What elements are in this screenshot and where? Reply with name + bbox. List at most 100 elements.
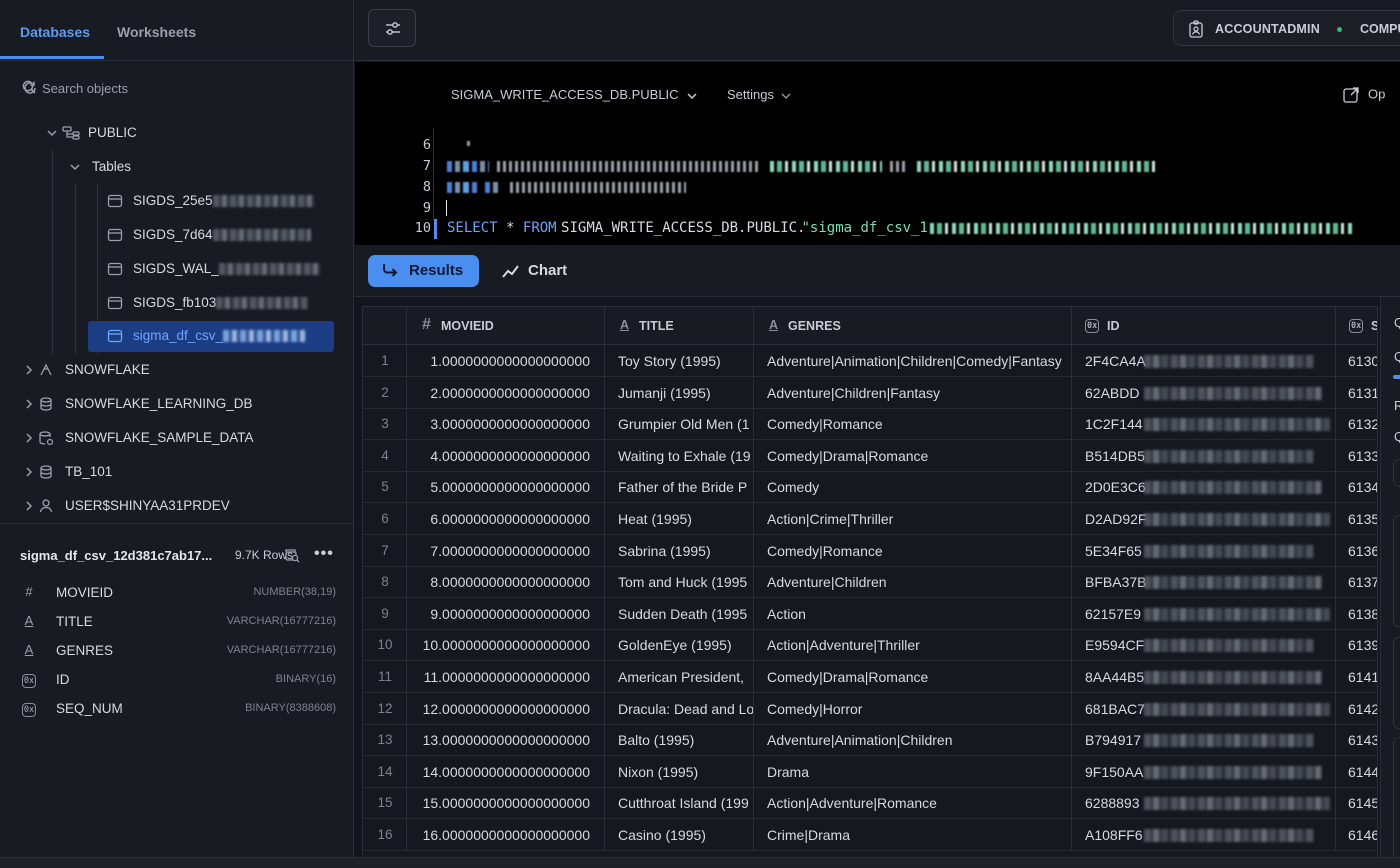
table-row[interactable]: 16 16.0000000000000000000 Casino (1995) Cri…: [363, 819, 1377, 851]
table-cell-genres[interactable]: Comedy|Drama|Romance: [754, 439, 1072, 472]
preview-icon[interactable]: [284, 547, 300, 563]
table-cell-seq[interactable]: 6138: [1336, 598, 1377, 630]
sql-editor[interactable]: SIGMA_WRITE_ACCESS_DB.PUBLIC Settings Op…: [355, 62, 1400, 245]
row-number-cell[interactable]: 2: [363, 376, 407, 409]
table-cell-seq[interactable]: 6144: [1336, 756, 1377, 788]
table-row[interactable]: 5 5.0000000000000000000 Father of the Brid…: [363, 471, 1377, 504]
results-grid[interactable]: #MOVIEIDATITLEAGENRES0xID0xS11.000000000…: [362, 306, 1378, 868]
column-item[interactable]: 0x SEQ_NUM BINARY(8388608): [20, 698, 336, 720]
table-cell-movieid[interactable]: 6.0000000000000000000: [407, 503, 605, 535]
row-number-cell[interactable]: 1: [363, 345, 407, 377]
table-cell-seq[interactable]: 6143: [1336, 724, 1377, 757]
table-cell-genres[interactable]: Comedy|Romance: [754, 534, 1072, 567]
tree-item-database-tb-101[interactable]: TB_101: [0, 457, 353, 487]
table-cell-title[interactable]: Toy Story (1995): [605, 345, 754, 377]
table-row[interactable]: 9 9.0000000000000000000 Sudden Death (1995…: [363, 597, 1377, 630]
table-cell-genres[interactable]: Adventure|Children|Fantasy: [754, 376, 1072, 409]
tree-item-database-snowflake-learning-db[interactable]: SNOWFLAKE_LEARNING_DB: [0, 389, 353, 419]
table-cell-title[interactable]: Casino (1995): [605, 819, 754, 851]
tree-item-table[interactable]: SIGDS_fb103: [0, 288, 353, 318]
table-row[interactable]: 11 11.0000000000000000000 American Preside…: [363, 661, 1377, 693]
table-cell-genres[interactable]: Adventure|Children: [754, 566, 1072, 599]
table-cell-id[interactable]: E9594CF: [1072, 629, 1336, 662]
tab-worksheets[interactable]: Worksheets: [117, 24, 196, 40]
table-cell-id[interactable]: B514DB5: [1072, 439, 1336, 472]
open-in-new-link[interactable]: Op: [1342, 86, 1385, 104]
row-number-cell[interactable]: 11: [363, 661, 407, 693]
row-number-cell[interactable]: 9: [363, 597, 407, 630]
column-item[interactable]: A TITLE VARCHAR(16777216): [20, 611, 336, 633]
table-row[interactable]: 10 10.0000000000000000000 GoldenEye (1995)…: [363, 629, 1377, 662]
table-cell-seq[interactable]: 6133: [1336, 440, 1377, 472]
tree-item-database-user[interactable]: USER$SHINYAA31PRDEV: [0, 491, 353, 521]
table-cell-movieid[interactable]: 7.0000000000000000000: [407, 534, 605, 567]
table-cell-id[interactable]: 62ABDD: [1072, 376, 1336, 409]
column-header-title[interactable]: A TITLE: [605, 307, 754, 345]
table-cell-title[interactable]: Nixon (1995): [605, 755, 754, 788]
table-cell-title[interactable]: Heat (1995): [605, 503, 754, 535]
table-cell-seq[interactable]: 6142: [1336, 693, 1377, 725]
chart-tab-button[interactable]: Chart: [502, 255, 582, 287]
table-cell-movieid[interactable]: 12.0000000000000000000: [407, 692, 605, 725]
row-number-cell[interactable]: 7: [363, 534, 407, 567]
table-row[interactable]: 7 7.0000000000000000000 Sabrina (1995) Come…: [363, 534, 1377, 567]
column-header-s[interactable]: 0x S: [1336, 307, 1377, 345]
table-cell-genres[interactable]: Action: [754, 597, 1072, 630]
table-cell-genres[interactable]: Drama: [754, 755, 1072, 788]
table-cell-id[interactable]: 8AA44B5: [1072, 661, 1336, 693]
table-cell-seq[interactable]: 6137: [1336, 566, 1377, 599]
tree-item-schema-public[interactable]: PUBLIC: [0, 118, 353, 148]
table-cell-id[interactable]: B794917: [1072, 724, 1336, 757]
refresh-icon[interactable]: [22, 80, 38, 96]
context-selector[interactable]: SIGMA_WRITE_ACCESS_DB.PUBLIC: [451, 87, 699, 103]
tree-item-tables-folder[interactable]: Tables: [0, 152, 353, 182]
table-row[interactable]: 2 2.0000000000000000000 Jumanji (1995) Adve…: [363, 376, 1377, 409]
tree-item-table-selected[interactable]: sigma_df_csv_: [0, 321, 353, 352]
table-cell-seq[interactable]: 6136: [1336, 535, 1377, 567]
tree-item-table[interactable]: SIGDS_7d64: [0, 220, 353, 250]
table-cell-genres[interactable]: Action|Adventure|Thriller: [754, 629, 1072, 662]
table-row[interactable]: 12 12.0000000000000000000 Dracula: Dead an…: [363, 692, 1377, 725]
table-cell-title[interactable]: Sabrina (1995): [605, 534, 754, 567]
table-cell-genres[interactable]: Action|Adventure|Romance: [754, 787, 1072, 820]
table-cell-movieid[interactable]: 2.0000000000000000000: [407, 376, 605, 409]
row-number-cell[interactable]: 10: [363, 629, 407, 662]
row-number-cell[interactable]: 16: [363, 819, 407, 851]
table-cell-genres[interactable]: Comedy|Drama|Romance: [754, 661, 1072, 693]
table-cell-title[interactable]: Waiting to Exhale (19: [605, 439, 754, 472]
table-cell-movieid[interactable]: 4.0000000000000000000: [407, 439, 605, 472]
table-cell-seq[interactable]: 6146: [1336, 819, 1377, 851]
table-cell-movieid[interactable]: 14.0000000000000000000: [407, 755, 605, 788]
table-cell-genres[interactable]: Adventure|Animation|Children: [754, 724, 1072, 757]
row-number-cell[interactable]: 8: [363, 566, 407, 599]
table-cell-seq[interactable]: 6132: [1336, 408, 1377, 441]
table-cell-movieid[interactable]: 1.0000000000000000000: [407, 345, 605, 377]
table-cell-id[interactable]: D2AD92F: [1072, 503, 1336, 535]
table-row[interactable]: 1 1.0000000000000000000 Toy Story (1995) Ad…: [363, 345, 1377, 377]
row-number-cell[interactable]: 6: [363, 503, 407, 535]
column-header-movieid[interactable]: # MOVIEID: [407, 307, 605, 345]
table-cell-movieid[interactable]: 3.0000000000000000000: [407, 408, 605, 441]
column-item[interactable]: # MOVIEID NUMBER(38,19): [20, 582, 336, 604]
table-cell-genres[interactable]: Comedy|Horror: [754, 692, 1072, 725]
table-cell-genres[interactable]: Comedy: [754, 471, 1072, 504]
table-cell-movieid[interactable]: 16.0000000000000000000: [407, 819, 605, 851]
table-cell-seq[interactable]: 6134: [1336, 471, 1377, 504]
tab-databases[interactable]: Databases: [20, 24, 90, 40]
table-cell-seq[interactable]: 6141: [1336, 661, 1377, 693]
tree-item-table[interactable]: SIGDS_25e5: [0, 186, 353, 216]
table-row[interactable]: 6 6.0000000000000000000 Heat (1995) Action|…: [363, 503, 1377, 535]
table-cell-seq[interactable]: 6135: [1336, 503, 1377, 535]
table-row[interactable]: 3 3.0000000000000000000 Grumpier Old Men (…: [363, 408, 1377, 441]
table-cell-id[interactable]: 2F4CA4A: [1072, 345, 1336, 377]
row-number-cell[interactable]: 3: [363, 408, 407, 441]
table-cell-id[interactable]: 62157E9: [1072, 597, 1336, 630]
table-row[interactable]: 13 13.0000000000000000000 Balto (1995) Adve…: [363, 724, 1377, 757]
panel-field[interactable]: [1393, 459, 1400, 487]
table-cell-movieid[interactable]: 13.0000000000000000000: [407, 724, 605, 757]
table-cell-id[interactable]: BFBA37B: [1072, 566, 1336, 599]
filters-button[interactable]: [368, 9, 416, 47]
table-cell-title[interactable]: Grumpier Old Men (1: [605, 408, 754, 441]
table-cell-movieid[interactable]: 9.0000000000000000000: [407, 597, 605, 630]
table-cell-title[interactable]: Tom and Huck (1995: [605, 566, 754, 599]
